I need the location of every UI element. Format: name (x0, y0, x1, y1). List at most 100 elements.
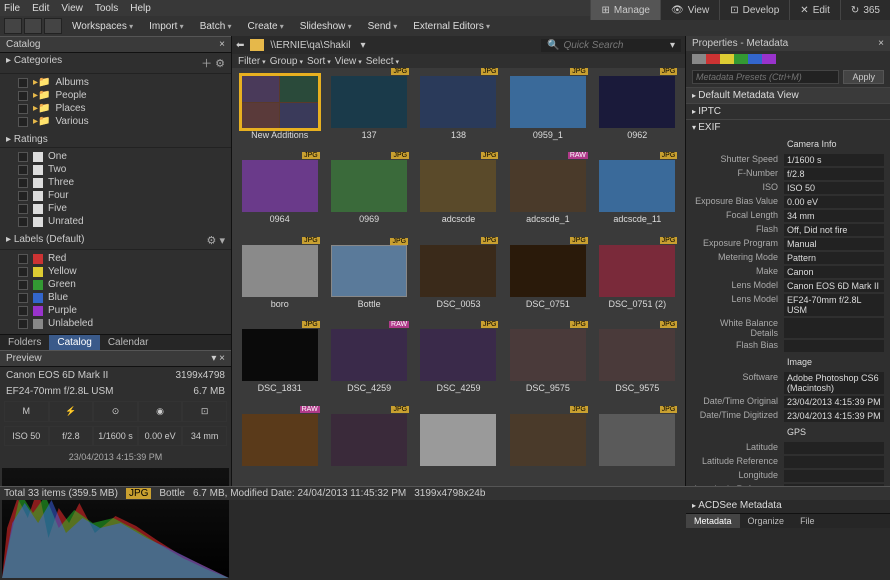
toolbar-workspaces[interactable]: Workspaces (64, 19, 141, 34)
meta-value[interactable]: ISO 50 (784, 182, 884, 194)
toolbar-create[interactable]: Create (240, 19, 292, 34)
prop-tab-organize[interactable]: Organize (740, 514, 793, 528)
thumbnail[interactable]: JPG0964 (240, 160, 319, 234)
labels-header[interactable]: ▸ Labels (Default)⚙ ▾ (0, 232, 231, 250)
thumbnail[interactable] (419, 414, 498, 478)
thumbnail[interactable]: RAWDSC_4259 (329, 329, 408, 403)
toolbar-external-editors[interactable]: External Editors (405, 19, 498, 34)
tool-icon[interactable] (4, 18, 22, 34)
meta-value[interactable]: 23/04/2013 4:15:39 PM (784, 396, 884, 408)
label-swatch[interactable] (706, 54, 720, 64)
thumbnail[interactable]: JPG0959_1 (508, 76, 587, 150)
thumbnail[interactable]: JPGDSC_9575 (598, 329, 677, 403)
thumbnail[interactable]: JPGadcscde_11 (598, 160, 677, 234)
rating-item[interactable]: Unrated (0, 215, 231, 228)
search-box[interactable]: 🔍 Quick Search ▾ (541, 39, 681, 52)
thumbnail[interactable]: JPGDSC_0751 (2) (598, 245, 677, 319)
gear-icon[interactable]: ⚙ ▾ (207, 234, 225, 247)
label-swatch[interactable] (762, 54, 776, 64)
label-item[interactable]: Green (0, 278, 231, 291)
meta-value[interactable] (784, 442, 884, 454)
mode-365[interactable]: ↻365 (840, 0, 890, 20)
thumbnail[interactable]: JPG (508, 414, 587, 478)
label-item[interactable]: Red (0, 252, 231, 265)
meta-value[interactable]: 0.00 eV (784, 196, 884, 208)
thumbnail[interactable]: JPGDSC_1831 (240, 329, 319, 403)
catalog-header[interactable]: Catalog× (0, 36, 231, 53)
thumbnail[interactable]: JPG0962 (598, 76, 677, 150)
label-item[interactable]: Blue (0, 291, 231, 304)
prop-tab-file[interactable]: File (792, 514, 823, 528)
label-item[interactable]: Unlabeled (0, 317, 231, 330)
toolbar-batch[interactable]: Batch (192, 19, 240, 34)
apply-button[interactable]: Apply (843, 70, 884, 84)
meta-value[interactable] (784, 456, 884, 468)
chevron-down-icon[interactable]: ▾ (670, 40, 675, 51)
meta-value[interactable]: Canon EOS 6D Mark II (784, 280, 884, 292)
toolbar-send[interactable]: Send (360, 19, 406, 34)
meta-value[interactable]: 23/04/2013 4:15:39 PM (784, 410, 884, 422)
ratings-header[interactable]: ▸ Ratings (0, 132, 231, 148)
tab-calendar[interactable]: Calendar (100, 335, 157, 350)
thumbnail[interactable]: JPG138 (419, 76, 498, 150)
menu-edit[interactable]: Edit (32, 3, 49, 14)
meta-value[interactable]: f/2.8 (784, 168, 884, 180)
label-swatch[interactable] (692, 54, 706, 64)
mode-edit[interactable]: ✕Edit (789, 0, 840, 20)
rating-item[interactable]: Five (0, 202, 231, 215)
thumbnail[interactable]: JPGDSC_9575 (508, 329, 587, 403)
rating-item[interactable]: One (0, 150, 231, 163)
category-item[interactable]: ▸📁Places (0, 102, 231, 115)
thumbnail[interactable]: JPGadcscde (419, 160, 498, 234)
toolbar-slideshow[interactable]: Slideshow (292, 19, 360, 34)
preview-header[interactable]: Preview▾ × (0, 350, 231, 367)
thumbnail[interactable]: RAW (240, 414, 319, 478)
meta-value[interactable]: EF24-70mm f/2.8L USM (784, 294, 884, 316)
tool-icon[interactable] (24, 18, 42, 34)
thumbnail[interactable]: JPGBottle (329, 245, 408, 319)
thumbnail[interactable]: RAWadcscde_1 (508, 160, 587, 234)
thumbnail[interactable]: JPGDSC_0053 (419, 245, 498, 319)
menu-tools[interactable]: Tools (95, 3, 118, 14)
iptc-section[interactable]: IPTC (686, 103, 890, 119)
thumbnail[interactable]: JPGDSC_4259 (419, 329, 498, 403)
exif-section[interactable]: EXIF (686, 119, 890, 135)
thumbnail[interactable]: JPG (598, 414, 677, 478)
default-view[interactable]: Default Metadata View (686, 87, 890, 103)
metadata-preset-input[interactable] (692, 70, 839, 84)
filter-filter[interactable]: Filter (238, 56, 266, 67)
meta-value[interactable]: 34 mm (784, 210, 884, 222)
tool-icon[interactable] (44, 18, 62, 34)
menu-file[interactable]: File (4, 3, 20, 14)
meta-value[interactable]: Canon (784, 266, 884, 278)
tab-folders[interactable]: Folders (0, 335, 49, 350)
thumbnail[interactable]: JPG137 (329, 76, 408, 150)
label-item[interactable]: Purple (0, 304, 231, 317)
label-item[interactable]: Yellow (0, 265, 231, 278)
close-icon[interactable]: × (219, 39, 225, 50)
meta-value[interactable]: Off, Did not fire (784, 224, 884, 236)
toolbar-import[interactable]: Import (141, 19, 192, 34)
mode-view[interactable]: 👁View (660, 0, 719, 20)
meta-value[interactable]: Pattern (784, 252, 884, 264)
thumbnail[interactable]: New Additions (240, 76, 319, 150)
meta-value[interactable]: Adobe Photoshop CS6 (Macintosh) (784, 372, 884, 394)
expand-icon[interactable]: ▾ × (211, 353, 225, 364)
filter-group[interactable]: Group (270, 56, 303, 67)
back-icon[interactable]: ⬅ (236, 40, 244, 51)
add-icon[interactable]: ＋ ⚙ (201, 55, 225, 71)
category-item[interactable]: ▸📁Albums (0, 76, 231, 89)
tab-catalog[interactable]: Catalog (49, 335, 99, 350)
category-item[interactable]: ▸📁Various (0, 115, 231, 128)
filter-view[interactable]: View (335, 56, 362, 67)
meta-value[interactable] (784, 318, 884, 338)
close-icon[interactable]: × (878, 38, 884, 49)
thumbnail[interactable]: JPG (329, 414, 408, 478)
filter-sort[interactable]: Sort (307, 56, 331, 67)
rating-item[interactable]: Four (0, 189, 231, 202)
category-item[interactable]: ▸📁People (0, 89, 231, 102)
menu-help[interactable]: Help (130, 3, 151, 14)
path-text[interactable]: \\ERNIE\qa\Shakil (270, 40, 350, 51)
thumbnail[interactable]: JPGDSC_0751 (508, 245, 587, 319)
label-swatch[interactable] (720, 54, 734, 64)
